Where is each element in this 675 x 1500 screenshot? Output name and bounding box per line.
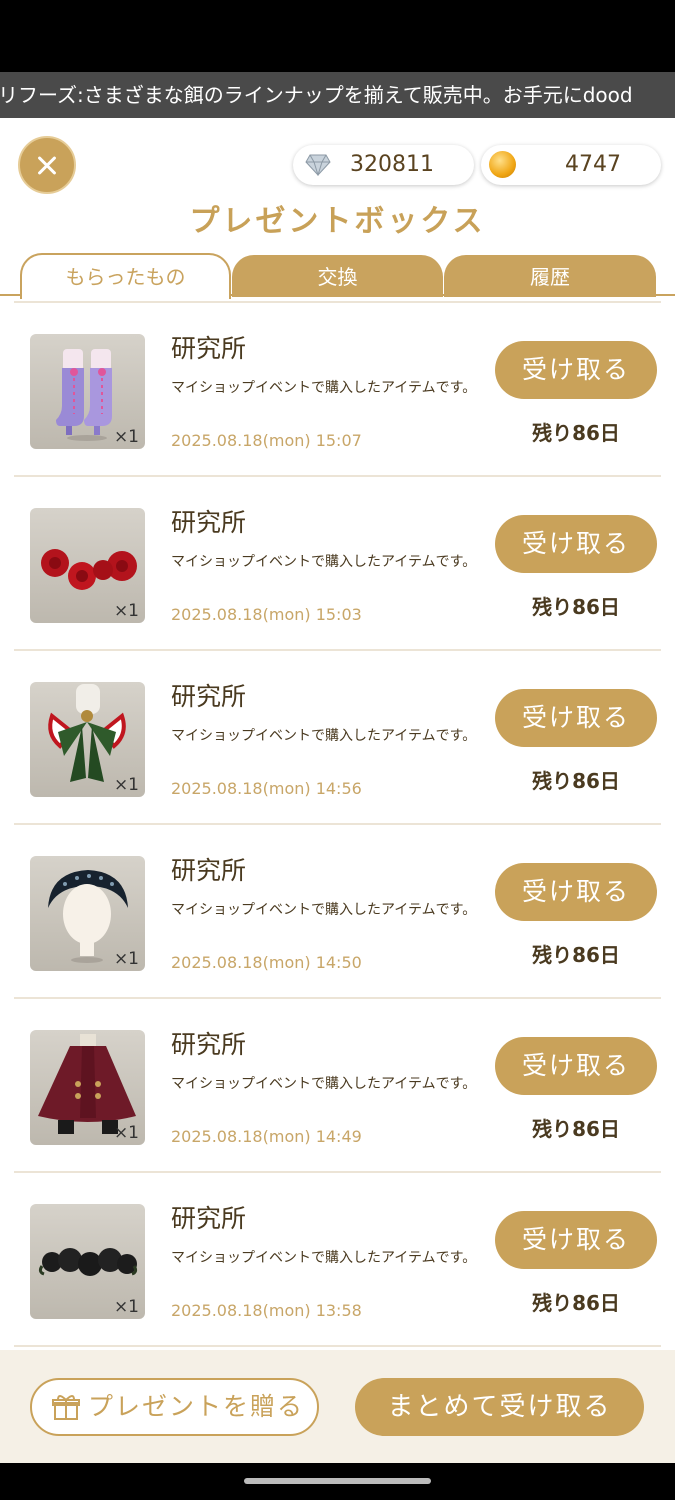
send-present-button[interactable]: プレゼントを贈る bbox=[30, 1378, 319, 1436]
receive-button[interactable]: 受け取る bbox=[495, 341, 657, 399]
item-thumbnail: ×1 bbox=[30, 508, 145, 623]
item-description: マイショップイベントで購入したアイテムです。 bbox=[171, 902, 477, 918]
remaining-days: 残り86日 bbox=[532, 421, 620, 445]
page-title: プレゼントボックス bbox=[189, 204, 486, 239]
system-nav-bar bbox=[0, 1463, 675, 1500]
item-name: 研究所 bbox=[171, 334, 247, 363]
close-button[interactable] bbox=[18, 136, 76, 194]
diamond-icon bbox=[305, 154, 331, 176]
list-item: ×1 研究所 マイショップイベントで購入したアイテムです。 2025.08.18… bbox=[14, 477, 661, 651]
receive-all-button[interactable]: まとめて受け取る bbox=[355, 1378, 644, 1436]
tab-history[interactable]: 履歴 bbox=[444, 255, 656, 297]
coin-icon bbox=[489, 151, 516, 178]
receive-button[interactable]: 受け取る bbox=[495, 515, 657, 573]
item-date: 2025.08.18(mon) 14:56 bbox=[171, 779, 362, 798]
tab-exchange[interactable]: 交換 bbox=[232, 255, 443, 297]
coin-count: 4747 bbox=[565, 152, 621, 177]
item-name: 研究所 bbox=[171, 1204, 247, 1233]
item-description: マイショップイベントで購入したアイテムです。 bbox=[171, 1250, 477, 1266]
item-thumbnail: ×1 bbox=[30, 856, 145, 971]
news-ticker: リフーズ:さまざまな餌のラインナップを揃えて販売中。お手元にdood bbox=[0, 72, 675, 118]
item-quantity: ×1 bbox=[113, 427, 139, 447]
list-divider bbox=[14, 1345, 661, 1347]
item-description: マイショップイベントで購入したアイテムです。 bbox=[171, 1076, 477, 1092]
remaining-days: 残り86日 bbox=[532, 769, 620, 793]
list-item: ×1 研究所 マイショップイベントで購入したアイテムです。 2025.08.18… bbox=[14, 825, 661, 999]
item-quantity: ×1 bbox=[113, 601, 139, 621]
item-date: 2025.08.18(mon) 15:07 bbox=[171, 431, 362, 450]
item-thumbnail: ×1 bbox=[30, 1204, 145, 1319]
receive-button[interactable]: 受け取る bbox=[495, 1211, 657, 1269]
item-name: 研究所 bbox=[171, 856, 247, 885]
present-box-screen: 320811 4747 プレゼントボックス もらったもの 交換 履歴 ×1 研究… bbox=[0, 118, 675, 1463]
item-date: 2025.08.18(mon) 14:50 bbox=[171, 953, 362, 972]
item-date: 2025.08.18(mon) 14:49 bbox=[171, 1127, 362, 1146]
item-description: マイショップイベントで購入したアイテムです。 bbox=[171, 728, 477, 744]
item-quantity: ×1 bbox=[113, 949, 139, 969]
coin-counter: 4747 bbox=[481, 145, 661, 185]
send-present-label: プレゼントを贈る bbox=[88, 1392, 305, 1421]
remaining-days: 残り86日 bbox=[532, 1291, 620, 1315]
receive-button[interactable]: 受け取る bbox=[495, 863, 657, 921]
gift-icon bbox=[52, 1395, 80, 1420]
ticker-text: リフーズ:さまざまな餌のラインナップを揃えて販売中。お手元にdood bbox=[0, 83, 633, 107]
item-name: 研究所 bbox=[171, 508, 247, 537]
gem-count: 320811 bbox=[350, 152, 434, 177]
item-name: 研究所 bbox=[171, 682, 247, 711]
tab-bar: もらったもの 交換 履歴 bbox=[0, 253, 675, 299]
item-description: マイショップイベントで購入したアイテムです。 bbox=[171, 554, 477, 570]
footer-bar: プレゼントを贈る まとめて受け取る bbox=[0, 1350, 675, 1463]
gem-counter: 320811 bbox=[293, 145, 474, 185]
remaining-days: 残り86日 bbox=[532, 595, 620, 619]
remaining-days: 残り86日 bbox=[532, 943, 620, 967]
item-thumbnail: ×1 bbox=[30, 334, 145, 449]
item-quantity: ×1 bbox=[113, 1297, 139, 1317]
home-indicator[interactable] bbox=[244, 1478, 431, 1484]
item-quantity: ×1 bbox=[113, 1123, 139, 1143]
item-description: マイショップイベントで購入したアイテムです。 bbox=[171, 380, 477, 396]
item-quantity: ×1 bbox=[113, 775, 139, 795]
list-item: ×1 研究所 マイショップイベントで購入したアイテムです。 2025.08.18… bbox=[14, 1173, 661, 1347]
list-item: ×1 研究所 マイショップイベントで購入したアイテムです。 2025.08.18… bbox=[14, 651, 661, 825]
remaining-days: 残り86日 bbox=[532, 1117, 620, 1141]
receive-button[interactable]: 受け取る bbox=[495, 1037, 657, 1095]
item-name: 研究所 bbox=[171, 1030, 247, 1059]
receive-button[interactable]: 受け取る bbox=[495, 689, 657, 747]
item-date: 2025.08.18(mon) 13:58 bbox=[171, 1301, 362, 1320]
item-thumbnail: ×1 bbox=[30, 682, 145, 797]
tab-received[interactable]: もらったもの bbox=[20, 253, 231, 299]
item-thumbnail: ×1 bbox=[30, 1030, 145, 1145]
list-item: ×1 研究所 マイショップイベントで購入したアイテムです。 2025.08.18… bbox=[14, 999, 661, 1173]
item-date: 2025.08.18(mon) 15:03 bbox=[171, 605, 362, 624]
list-item: ×1 研究所 マイショップイベントで購入したアイテムです。 2025.08.18… bbox=[14, 303, 661, 477]
status-bar bbox=[0, 0, 675, 72]
